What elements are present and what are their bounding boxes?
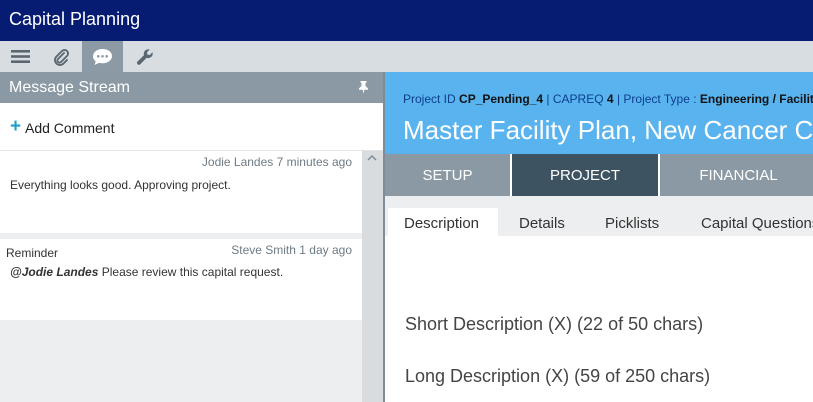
user-mention[interactable]: @Jodie Landes: [10, 265, 98, 279]
pin-button[interactable]: [358, 81, 369, 99]
menu-icon: [11, 50, 30, 63]
settings-button[interactable]: [124, 41, 165, 72]
capreq-value: 4: [606, 92, 614, 106]
subtab-details[interactable]: Details: [519, 208, 565, 236]
toolbar: [0, 41, 813, 72]
tab-project[interactable]: PROJECT: [512, 154, 658, 196]
message-body: Everything looks good. Approving project…: [10, 178, 231, 192]
message-meta: Jodie Landes 7 minutes ago: [201, 155, 352, 169]
project-header: Project ID CP_Pending_4 | CAPREQ 4 | Pro…: [385, 72, 813, 154]
app-title: Capital Planning: [9, 9, 141, 29]
project-type-label: Project Type :: [623, 92, 697, 106]
project-id-label: Project ID: [403, 92, 456, 106]
sub-tabs: Description Details Picklists Capital Qu…: [385, 196, 813, 236]
paperclip-icon: [53, 48, 69, 66]
project-panel: Project ID CP_Pending_4 | CAPREQ 4 | Pro…: [385, 72, 813, 402]
message-text: Please review this capital request.: [98, 265, 284, 279]
message-stream-title: Message Stream: [9, 79, 130, 96]
message-tag: Reminder: [6, 246, 59, 260]
plus-icon: +: [10, 116, 22, 137]
subtab-capital-questions[interactable]: Capital Questions: [701, 208, 813, 236]
capreq-label: CAPREQ: [552, 92, 604, 106]
menu-button[interactable]: [0, 41, 41, 72]
short-description-label: Short Description (X) (22 of 50 chars): [405, 314, 704, 334]
subtab-description[interactable]: Description: [388, 208, 498, 236]
message-item: Jodie Landes 7 minutes ago Everything lo…: [0, 151, 362, 233]
subtab-picklists[interactable]: Picklists: [605, 208, 659, 236]
main-tabs: SETUP PROJECT FINANCIAL: [385, 154, 813, 196]
wrench-icon: [136, 48, 153, 65]
separator: |: [616, 92, 621, 106]
project-title: Master Facility Plan, New Cancer Center: [403, 115, 813, 145]
message-stream-panel: Message Stream + Add Comment Jodie Lande…: [0, 72, 383, 402]
pin-icon: [359, 81, 368, 94]
long-description-label: Long Description (X) (59 of 250 chars): [405, 366, 711, 386]
title-bar: Capital Planning: [0, 0, 813, 41]
message-item: Reminder Steve Smith 1 day ago @Jodie La…: [0, 239, 362, 320]
app-window: Capital Planning Message Stream + Add Co…: [0, 0, 813, 402]
project-type-value: Engineering / Facilities: [699, 92, 813, 106]
message-body: @Jodie Landes Please review this capital…: [10, 265, 283, 279]
add-comment-label: Add Comment: [25, 120, 115, 136]
tab-financial[interactable]: FINANCIAL: [660, 154, 813, 196]
add-comment-button[interactable]: + Add Comment: [0, 103, 383, 151]
tab-setup[interactable]: SETUP: [385, 154, 510, 196]
message-list: Jodie Landes 7 minutes ago Everything lo…: [0, 151, 362, 402]
attachments-button[interactable]: [40, 41, 81, 72]
message-meta: Steve Smith 1 day ago: [231, 243, 352, 257]
chevron-up-icon[interactable]: [367, 154, 377, 161]
message-scrollbar[interactable]: [362, 151, 383, 402]
project-meta-line: Project ID CP_Pending_4 | CAPREQ 4 | Pro…: [403, 92, 813, 106]
chat-icon: [93, 48, 112, 65]
project-id-value: CP_Pending_4: [459, 92, 544, 106]
messages-button[interactable]: [82, 41, 123, 72]
message-stream-header: Message Stream: [0, 72, 383, 103]
separator: |: [546, 92, 550, 106]
